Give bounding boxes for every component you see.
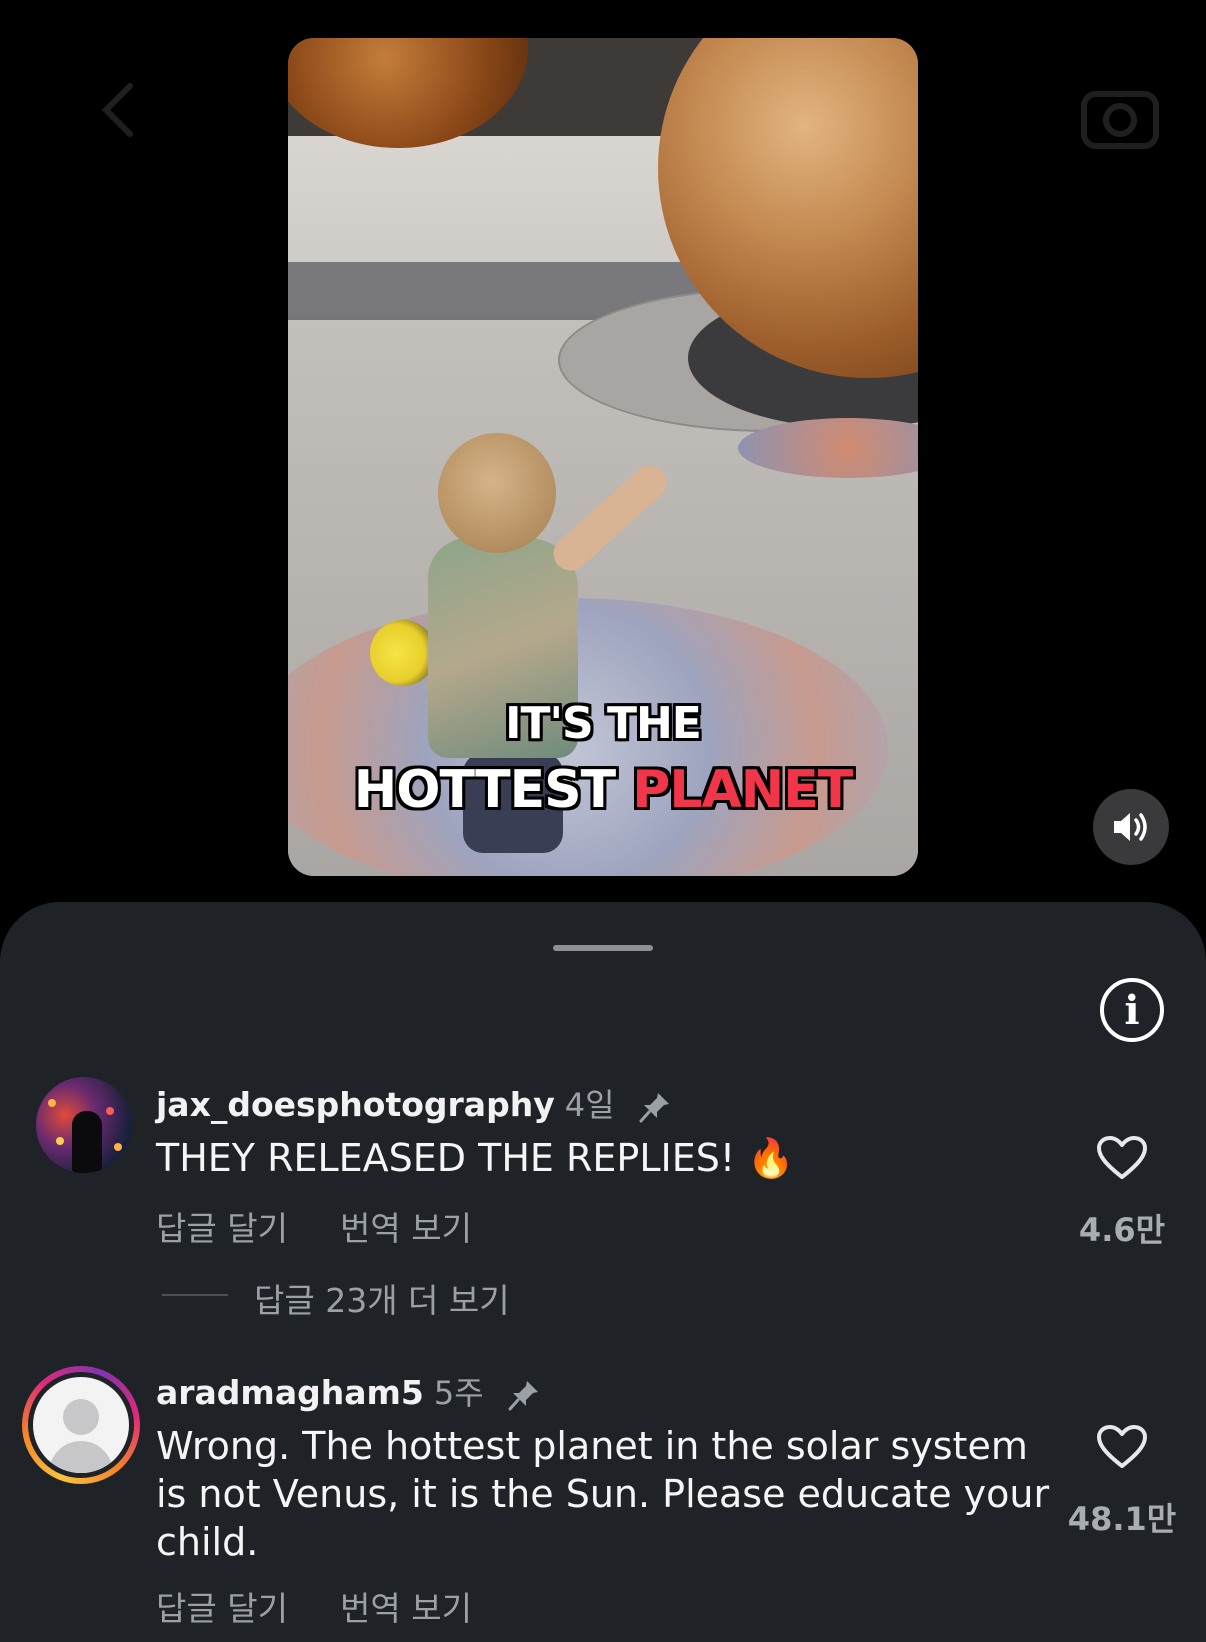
comment-text: Wrong. The hottest planet in the solar s… — [156, 1424, 1050, 1564]
avatar — [33, 1377, 129, 1473]
info-icon[interactable]: i — [1100, 978, 1164, 1042]
sheet-handle[interactable] — [553, 945, 653, 951]
replies-divider — [162, 1294, 228, 1296]
reply-button[interactable]: 답글 달기 — [156, 1582, 288, 1630]
heart-icon[interactable] — [1096, 1135, 1148, 1181]
comment-header: aradmagham5 5주 — [156, 1368, 541, 1414]
volume-icon — [1114, 813, 1147, 841]
avatar[interactable] — [36, 1077, 132, 1173]
comment-time: 5주 — [433, 1374, 484, 1412]
pin-icon — [639, 1092, 670, 1122]
like-count: 4.6만 — [1078, 1211, 1166, 1249]
comment-time: 4일 — [564, 1086, 615, 1124]
reply-button[interactable]: 답글 달기 — [156, 1202, 288, 1250]
video-caption-line2: HOTTEST PLANET — [288, 760, 918, 820]
pin-icon — [508, 1380, 539, 1410]
video-player[interactable]: IT'S THE HOTTEST PLANET — [288, 38, 918, 876]
moon-emoji — [370, 620, 436, 686]
username[interactable]: aradmagham5 — [156, 1373, 424, 1412]
camera-icon[interactable] — [1080, 82, 1160, 150]
video-caption-line1: IT'S THE — [505, 698, 702, 749]
translate-button[interactable]: 번역 보기 — [340, 1202, 472, 1250]
username[interactable]: jax_doesphotography — [156, 1085, 555, 1124]
avatar-story-ring[interactable] — [22, 1366, 140, 1484]
caption-word-hottest: HOTTEST — [353, 760, 616, 820]
view-more-replies[interactable]: 답글 23개 더 보기 — [254, 1274, 510, 1322]
comment-text: THEY RELEASED THE REPLIES! 🔥 — [156, 1136, 795, 1180]
translate-button[interactable]: 번역 보기 — [340, 1582, 472, 1630]
back-arrow-icon[interactable] — [92, 80, 152, 140]
heart-icon[interactable] — [1096, 1424, 1148, 1470]
volume-button[interactable] — [1093, 789, 1169, 865]
comment-header: jax_doesphotography 4일 — [156, 1080, 672, 1126]
caption-word-planet: PLANET — [632, 760, 853, 820]
like-count: 48.1만 — [1067, 1500, 1177, 1538]
